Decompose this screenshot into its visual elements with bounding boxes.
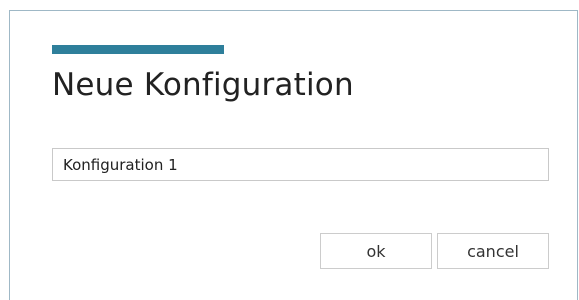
cancel-button[interactable]: cancel [437,233,549,269]
title-accent-bar [52,45,224,54]
configuration-name-input[interactable] [52,148,549,181]
dialog-title: Neue Konfiguration [52,67,354,103]
new-configuration-dialog: Neue Konfiguration ok cancel [9,10,578,300]
ok-button[interactable]: ok [320,233,432,269]
